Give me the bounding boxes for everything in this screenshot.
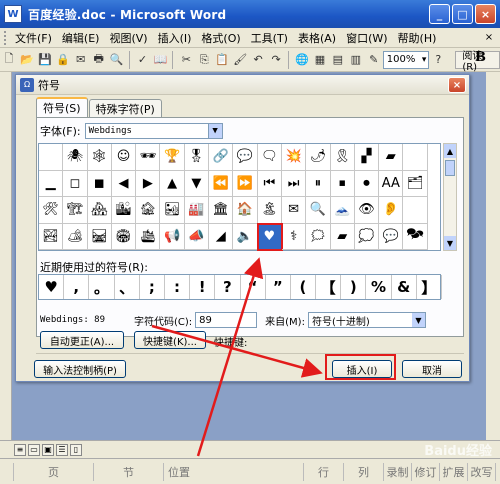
arrow-to-symbol	[196, 257, 264, 457]
watermark: Baidu经验	[424, 444, 492, 459]
annotation-arrows	[151, 257, 323, 457]
